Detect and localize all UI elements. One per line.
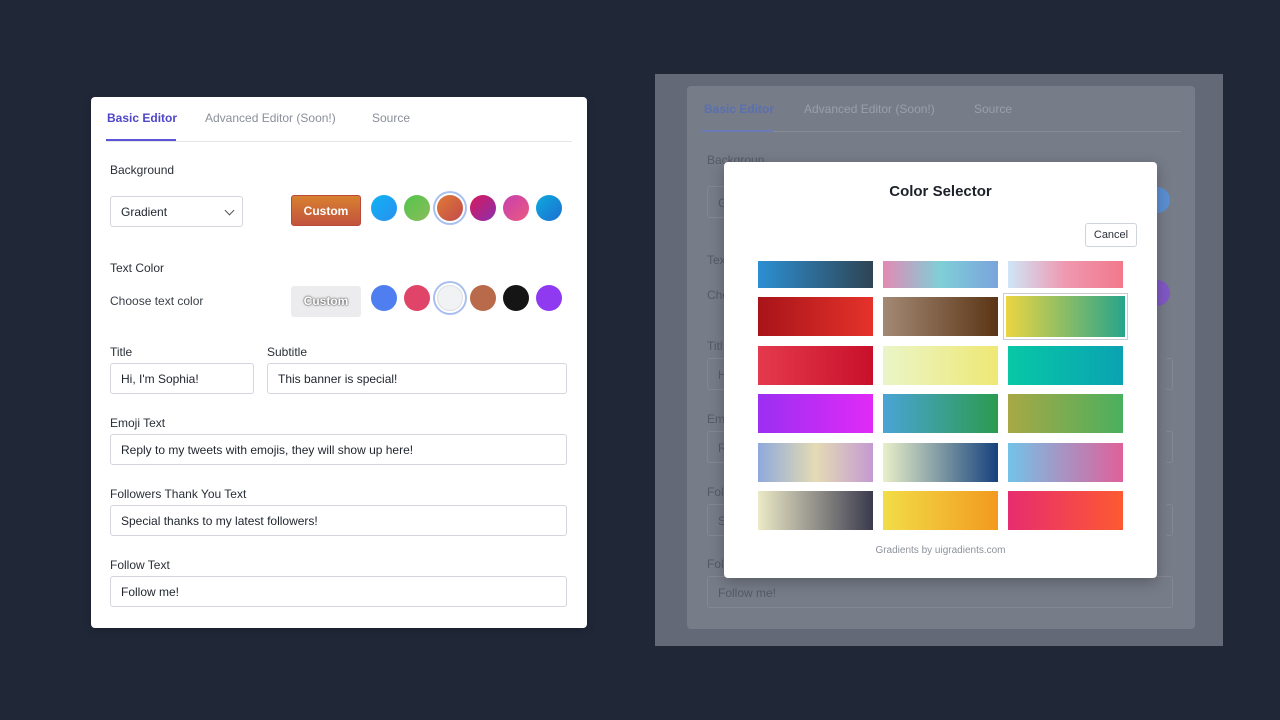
followers-input[interactable]: Special thanks to my latest followers! bbox=[110, 505, 567, 536]
bg-follow-input bbox=[707, 576, 1173, 608]
gradient-swatch[interactable] bbox=[1008, 261, 1123, 288]
bg-followers-input-end bbox=[1165, 504, 1173, 536]
background-custom-button[interactable]: Custom bbox=[291, 195, 361, 226]
bg-emoji-label: Em bbox=[707, 412, 725, 426]
text-color-swatch[interactable] bbox=[371, 285, 397, 311]
gradient-swatch[interactable] bbox=[883, 261, 998, 288]
bg-follow-value: Follow me! bbox=[718, 586, 777, 600]
subtitle-label: Subtitle bbox=[267, 345, 308, 359]
chevron-down-icon bbox=[224, 205, 235, 216]
gradient-swatch[interactable] bbox=[1008, 394, 1123, 434]
background-type-value: Gradient bbox=[121, 205, 168, 219]
bg-emoji-input-end bbox=[1165, 431, 1173, 463]
gradient-swatch[interactable] bbox=[758, 442, 873, 482]
bg-tab-basic-editor: Basic Editor bbox=[704, 102, 775, 116]
gradient-swatch[interactable] bbox=[883, 491, 998, 531]
subtitle-input[interactable]: This banner is special! bbox=[267, 363, 567, 394]
gradients-credit: Gradients by uigradients.com bbox=[875, 545, 1006, 556]
editor-card: Basic Editor Advanced Editor (Soon!) Sou… bbox=[91, 97, 587, 628]
bg-active-tab-underline bbox=[701, 130, 773, 132]
gradient-swatch[interactable] bbox=[758, 261, 873, 288]
gradient-swatch[interactable] bbox=[883, 345, 998, 385]
background-type-select[interactable]: Gradient bbox=[110, 196, 243, 227]
bg-tab-advanced-editor: Advanced Editor (Soon!) bbox=[804, 102, 935, 116]
gradient-swatch[interactable] bbox=[1008, 345, 1123, 385]
bg-subtitle-input bbox=[1165, 358, 1173, 390]
followers-label: Followers Thank You Text bbox=[110, 487, 247, 501]
gradient-swatch[interactable] bbox=[1008, 442, 1123, 482]
tab-advanced-editor[interactable]: Advanced Editor (Soon!) bbox=[205, 111, 336, 125]
background-swatch[interactable] bbox=[503, 195, 529, 221]
gradient-swatch[interactable] bbox=[883, 297, 998, 336]
background-swatch[interactable] bbox=[470, 195, 496, 221]
background-swatch[interactable] bbox=[536, 195, 562, 221]
emoji-text-label: Emoji Text bbox=[110, 416, 166, 430]
title-input[interactable]: Hi, I'm Sophia! bbox=[110, 363, 254, 394]
gradient-swatch[interactable] bbox=[758, 394, 873, 434]
active-tab-underline bbox=[106, 139, 176, 141]
text-color-label: Text Color bbox=[110, 261, 165, 275]
text-color-swatch[interactable] bbox=[470, 285, 496, 311]
follow-text-input[interactable]: Follow me! bbox=[110, 576, 567, 607]
background-swatch[interactable] bbox=[404, 195, 430, 221]
text-color-custom-button[interactable]: Custom bbox=[291, 286, 361, 317]
gradient-swatch[interactable] bbox=[758, 491, 873, 531]
gradient-swatch[interactable] bbox=[1006, 296, 1125, 337]
emoji-text-input[interactable]: Reply to my tweets with emojis, they wil… bbox=[110, 434, 567, 465]
bg-tab-source: Source bbox=[974, 102, 1013, 116]
background-label: Background bbox=[110, 163, 175, 177]
text-color-swatch[interactable] bbox=[437, 285, 463, 311]
gradient-swatch[interactable] bbox=[1008, 491, 1123, 531]
gradient-swatch[interactable] bbox=[758, 297, 873, 336]
background-swatch[interactable] bbox=[371, 195, 397, 221]
text-color-hint: Choose text color bbox=[110, 294, 204, 308]
text-color-swatch[interactable] bbox=[503, 285, 529, 311]
bg-followers-label: Fol bbox=[707, 485, 724, 499]
bg-title-label: Titl bbox=[707, 339, 723, 353]
color-selector-modal: Color Selector Cancel Gradients by uigra… bbox=[724, 162, 1157, 578]
background-swatch[interactable] bbox=[437, 195, 463, 221]
follow-text-label: Follow Text bbox=[110, 558, 170, 572]
editor-tabs: Basic Editor Advanced Editor (Soon!) Sou… bbox=[106, 97, 572, 142]
modal-title: Color Selector bbox=[889, 183, 992, 200]
background-editor-tabs: Basic Editor Advanced Editor (Soon!) Sou… bbox=[701, 86, 1181, 132]
text-color-swatch[interactable] bbox=[404, 285, 430, 311]
tab-source[interactable]: Source bbox=[372, 111, 410, 125]
tab-basic-editor[interactable]: Basic Editor bbox=[107, 111, 177, 125]
gradient-swatch[interactable] bbox=[758, 345, 873, 385]
gradient-swatch[interactable] bbox=[883, 394, 998, 434]
bg-text-color-label: Tex bbox=[707, 253, 726, 267]
text-color-swatch[interactable] bbox=[536, 285, 562, 311]
gradient-swatch[interactable] bbox=[883, 442, 998, 482]
cancel-button[interactable]: Cancel bbox=[1085, 223, 1137, 247]
title-label: Title bbox=[110, 345, 133, 359]
bg-follow-label: Fol bbox=[707, 557, 724, 571]
